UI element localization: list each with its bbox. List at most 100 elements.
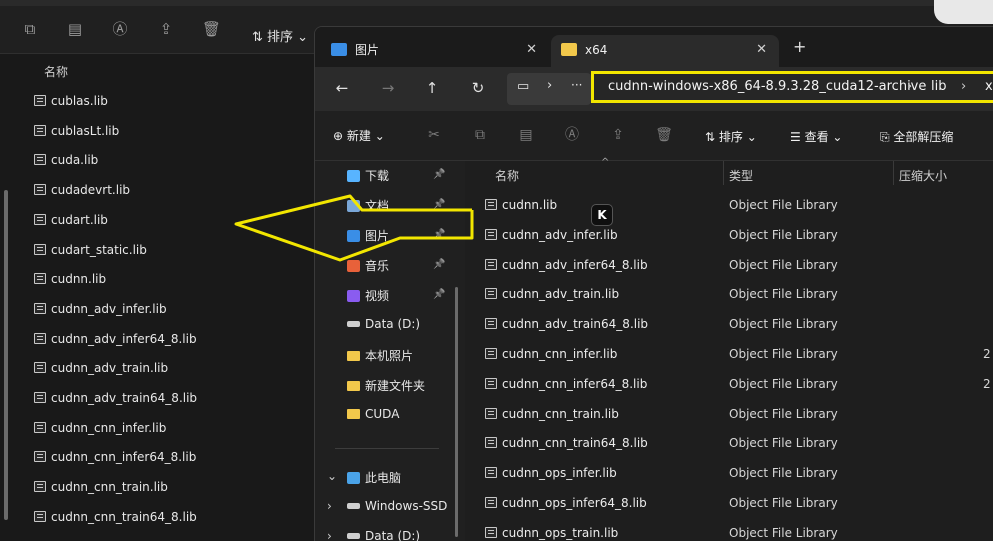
pin-icon[interactable]: 📌 — [433, 169, 445, 180]
breadcrumb-lib[interactable]: lib — [931, 79, 946, 94]
file-row[interactable]: cudnn_adv_train.lib — [485, 287, 619, 301]
file-row[interactable]: cudnn_ops_train.lib — [485, 526, 618, 540]
left-file-row[interactable]: cudnn.lib — [34, 272, 106, 292]
left-sort-button[interactable]: ⇅ 排序 ⌄ — [252, 26, 308, 45]
file-row[interactable]: cudnn_adv_train64_8.lib — [485, 317, 648, 331]
nav-item[interactable]: 本机照片 — [347, 347, 413, 364]
copy-icon[interactable]: ⧉ — [21, 20, 39, 38]
breadcrumb-x64[interactable]: x6 — [985, 79, 993, 94]
left-file-row[interactable]: cudnn_cnn_infer.lib — [34, 421, 166, 441]
left-column-header-name[interactable]: 名称 — [44, 63, 68, 80]
refresh-button[interactable]: ↻ — [467, 77, 489, 99]
left-file-row[interactable]: cudnn_adv_train.lib — [34, 361, 168, 381]
file-row[interactable]: cudnn.lib — [485, 198, 557, 212]
column-header-type[interactable]: 类型 — [729, 167, 753, 184]
view-button[interactable]: ☰ 查看 ⌄ — [790, 128, 842, 145]
rename-icon[interactable]: Ⓐ — [563, 126, 581, 144]
sort-icon: ⇅ — [705, 130, 719, 144]
file-name: cudnn_ops_infer.lib — [502, 466, 617, 481]
chevron-right-icon[interactable]: › — [327, 529, 332, 541]
plus-circle-icon: ⊕ — [333, 129, 347, 143]
cut-icon[interactable]: ✂ — [425, 126, 443, 144]
nav-item[interactable]: 音乐 — [347, 257, 389, 274]
chevron-right-icon: › — [907, 79, 913, 94]
column-header-size[interactable]: 压缩大小 — [899, 167, 947, 184]
copy-icon[interactable]: ⧉ — [471, 126, 489, 144]
file-type: Object File Library — [729, 198, 838, 212]
pin-icon[interactable]: 📌 — [433, 199, 445, 210]
nav-item[interactable]: 文档 — [347, 197, 389, 214]
breadcrumb-archive[interactable]: cudnn-windows-x86_64-8.9.3.28_cuda12-arc… — [608, 79, 926, 94]
new-tab-button[interactable]: + — [793, 37, 806, 56]
nav-item-label: 文档 — [365, 199, 390, 213]
nav-item[interactable]: › Data (D:) — [327, 529, 420, 541]
file-row[interactable]: cudnn_cnn_train.lib — [485, 407, 619, 421]
chevron-down-icon[interactable]: ⌄ — [327, 469, 337, 483]
address-prefix[interactable]: ▭ › ··· — [507, 73, 591, 105]
sort-button[interactable]: ⇅ 排序 ⌄ — [705, 128, 757, 145]
delete-icon[interactable]: 🗑 — [202, 20, 221, 38]
left-scrollbar[interactable] — [4, 190, 8, 520]
nav-item[interactable]: CUDA — [347, 407, 399, 421]
library-file-icon — [485, 228, 497, 240]
left-file-row[interactable]: cudnn_cnn_infer64_8.lib — [34, 450, 196, 470]
pin-icon[interactable]: 📌 — [433, 229, 445, 240]
close-icon[interactable]: ✕ — [526, 37, 537, 63]
nav-item[interactable]: 视频 — [347, 287, 389, 304]
column-header-name[interactable]: 名称 — [495, 167, 519, 184]
nav-item[interactable]: Data (D:) — [347, 317, 420, 331]
address-bar[interactable]: cudnn-windows-x86_64-8.9.3.28_cuda12-arc… — [591, 71, 993, 103]
left-file-row[interactable]: cudnn_adv_infer.lib — [34, 302, 167, 322]
nav-item[interactable]: 图片 — [347, 227, 389, 244]
new-button[interactable]: ⊕ 新建 ⌄ — [333, 127, 385, 144]
left-file-row[interactable]: cudart_static.lib — [34, 243, 147, 263]
left-file-row[interactable]: cudart.lib — [34, 213, 108, 233]
delete-icon[interactable]: 🗑 — [655, 126, 673, 144]
pin-icon[interactable]: 📌 — [433, 259, 445, 270]
column-divider[interactable] — [723, 161, 724, 185]
file-name: cuda.lib — [51, 153, 99, 168]
pin-icon[interactable]: 📌 — [433, 289, 445, 300]
left-file-row[interactable]: cudadevrt.lib — [34, 183, 130, 203]
more-icon[interactable]: ··· — [571, 78, 582, 92]
close-icon[interactable]: ✕ — [756, 37, 767, 63]
left-file-row[interactable]: cudnn_adv_infer64_8.lib — [34, 332, 197, 352]
chevron-right-icon[interactable]: › — [327, 499, 332, 513]
file-row[interactable]: cudnn_cnn_infer.lib — [485, 347, 617, 361]
file-row[interactable]: cudnn_ops_infer.lib — [485, 466, 617, 480]
file-row[interactable]: cudnn_ops_infer64_8.lib — [485, 496, 647, 510]
left-file-row[interactable]: cublas.lib — [34, 94, 108, 114]
nav-item[interactable]: › Windows-SSD — [327, 499, 447, 513]
paste-icon[interactable]: ▤ — [517, 126, 535, 144]
tab-x64[interactable]: x64 ✕ — [551, 35, 779, 67]
up-button[interactable]: ↑ — [421, 77, 443, 99]
file-row[interactable]: cudnn_cnn_train64_8.lib — [485, 436, 648, 450]
nav-scrollbar[interactable] — [455, 287, 458, 537]
forward-button[interactable]: → — [377, 77, 399, 99]
share-icon[interactable]: ⇪ — [157, 20, 175, 38]
extract-all-button[interactable]: ⎘ 全部解压缩 — [880, 128, 953, 145]
left-file-row[interactable]: cudnn_cnn_train.lib — [34, 480, 168, 500]
tab-pictures[interactable]: 图片 ✕ — [321, 35, 549, 67]
share-icon[interactable]: ⇪ — [609, 126, 627, 144]
library-file-icon — [485, 377, 497, 389]
nav-item[interactable]: 下载 — [347, 167, 389, 184]
library-file-icon — [485, 348, 497, 359]
app-badge[interactable]: K — [591, 204, 613, 226]
paste-icon[interactable]: ▤ — [66, 20, 84, 38]
navigation-pane: 下载 📌 文档 📌 图片 📌 音乐 📌 视频 📌 Data (D:) 本机照片新建文件夹 CUDA ⌄ 此… — [315, 161, 465, 541]
file-name: cudnn_ops_train.lib — [502, 525, 619, 540]
left-file-row[interactable]: cuda.lib — [34, 153, 98, 173]
file-row[interactable]: cudnn_adv_infer64_8.lib — [485, 258, 648, 272]
back-button[interactable]: ← — [331, 77, 353, 99]
left-file-row[interactable]: cublasLt.lib — [34, 124, 119, 144]
left-file-row[interactable]: cudnn_cnn_train64_8.lib — [34, 510, 197, 530]
drive-icon — [347, 321, 360, 327]
rename-icon[interactable]: Ⓐ — [111, 20, 129, 38]
nav-item[interactable]: 新建文件夹 — [347, 377, 425, 394]
left-file-row[interactable]: cudnn_adv_train64_8.lib — [34, 391, 197, 411]
file-row[interactable]: cudnn_adv_infer.lib — [485, 228, 618, 242]
nav-item[interactable]: ⌄ 此电脑 — [327, 469, 401, 486]
file-row[interactable]: cudnn_cnn_infer64_8.lib — [485, 377, 647, 391]
column-divider[interactable] — [893, 161, 894, 185]
